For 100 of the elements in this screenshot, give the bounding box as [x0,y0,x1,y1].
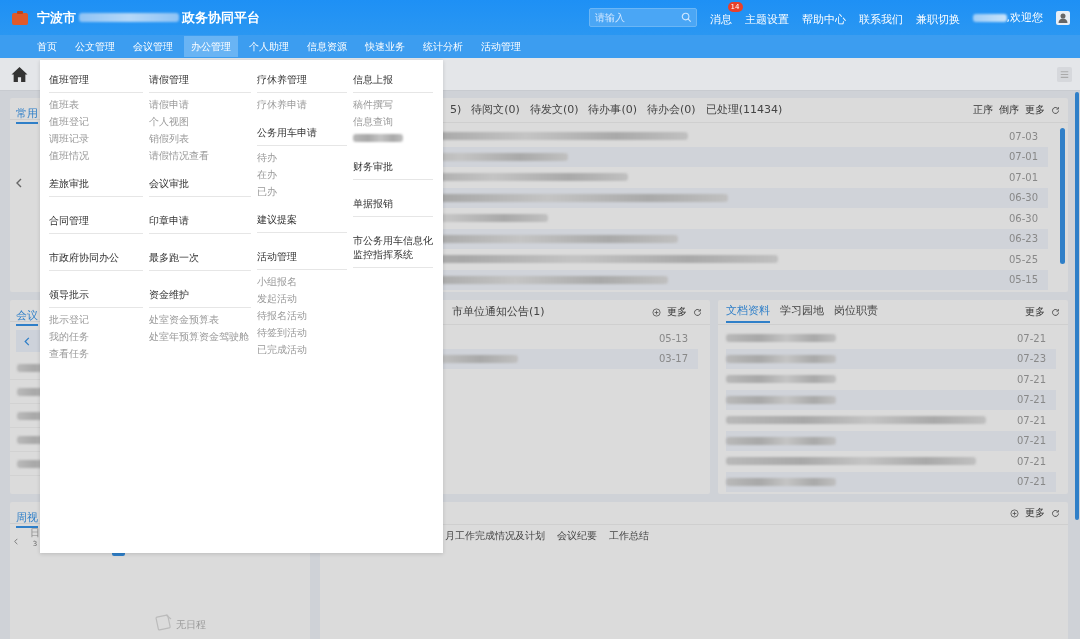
search-field[interactable]: 请输入 [588,8,697,27]
nav-tab[interactable]: 个人助理 [242,36,296,57]
menu-heading[interactable]: 值班管理 [49,72,143,93]
menu-item[interactable]: 请假申请 [149,96,251,113]
panel-tab[interactable]: 岗位职责 [834,301,878,323]
action-link[interactable]: 更多 [1025,305,1045,319]
action-link[interactable]: 更多 [1025,506,1045,520]
user-icon[interactable] [1056,10,1070,25]
header-link[interactable]: 消息 [709,13,732,26]
chevron-left-icon[interactable] [24,336,30,346]
header-link[interactable]: 帮助中心 [801,13,846,26]
nav-tab[interactable]: 活动管理 [474,36,528,57]
menu-item[interactable]: 待报名活动 [257,307,347,324]
refresh-icon[interactable] [1051,307,1060,317]
menu-item[interactable]: 疗休养申请 [257,96,347,113]
list-row[interactable]: 07-21 [726,369,1056,390]
menu-item[interactable]: 调班记录 [49,130,143,147]
date-text: 07-23 [1016,353,1046,365]
refresh-icon[interactable] [1051,508,1060,518]
refresh-icon[interactable] [1051,105,1060,115]
menu-item[interactable]: 批示登记 [49,311,143,328]
panel-tab[interactable]: 文档资料 [726,301,770,323]
menu-heading[interactable]: 会议审批 [149,176,251,197]
menu-heading[interactable]: 单据报销 [353,196,433,217]
menu-item[interactable]: 个人视图 [149,113,251,130]
menu-heading[interactable]: 公务用车申请 [257,125,347,146]
menu-heading[interactable]: 领导批示 [49,287,143,308]
menu-heading[interactable]: 请假管理 [149,72,251,93]
panel-tab[interactable]: 待办事(0) [588,100,638,120]
chevron-left-icon[interactable] [14,538,18,545]
nav-tab[interactable]: 会议管理 [126,36,180,57]
list-row[interactable]: 07-21 [726,410,1056,431]
panel-tab[interactable]: 市单位通知公告(1) [452,302,545,322]
add-icon[interactable] [1010,508,1019,518]
header-link[interactable]: 兼职切换 [915,13,960,26]
panel-tab[interactable]: 5) [450,100,462,120]
menu-item[interactable]: 处室资金预算表 [149,311,251,328]
action-link[interactable]: 更多 [1025,103,1045,117]
home-icon[interactable] [11,65,28,83]
search-icon[interactable] [680,12,692,23]
menu-item[interactable]: 值班表 [49,96,143,113]
menu-item[interactable]: 值班登记 [49,113,143,130]
menu-item[interactable]: 稿件撰写 [353,96,433,113]
menu-heading[interactable]: 最多跑一次 [149,250,251,271]
menu-heading[interactable]: 差旅审批 [49,176,143,197]
panel-tab[interactable]: 待阅文(0) [471,100,520,120]
menu-item[interactable]: 销假列表 [149,130,251,147]
menu-item[interactable]: 发起活动 [257,290,347,307]
panel-tab[interactable]: 待办会(0) [647,100,696,120]
panel-tab[interactable]: 学习园地 [780,301,824,323]
panel-tab[interactable]: 已处理(11434) [705,100,783,120]
panel-tab[interactable]: 周视 [16,510,38,528]
nav-tab[interactable]: 首页 [30,36,64,57]
list-row[interactable]: 07-21 [726,451,1056,472]
list-row[interactable]: 07-21 [726,389,1056,410]
list-row[interactable]: 07-21 [726,471,1056,492]
menu-item[interactable]: 我的任务 [49,328,143,345]
sub-tab[interactable]: 会议纪要 [557,529,597,543]
nav-tab[interactable]: 信息资源 [300,36,354,57]
menu-heading[interactable]: 疗休养管理 [257,72,347,93]
panel-tab[interactable]: 会议 [16,308,38,326]
refresh-icon[interactable] [693,307,702,317]
scrollbar-thumb[interactable] [1075,92,1079,520]
menu-heading[interactable]: 财务审批 [353,159,433,180]
date-text: 07-21 [1016,394,1046,406]
menu-item[interactable]: 信息查询 [353,113,433,130]
nav-tab[interactable]: 公文管理 [68,36,122,57]
nav-tab[interactable]: 统计分析 [416,36,470,57]
sub-tab[interactable]: 月工作完成情况及计划 [445,529,545,543]
menu-heading[interactable]: 信息上报 [353,72,433,93]
action-link[interactable]: 倒序 [999,103,1019,117]
action-link[interactable]: 更多 [667,305,687,319]
chevron-left-icon[interactable] [16,178,22,188]
weekday-label: 日 [30,526,40,540]
panel-tab[interactable]: 待发文(0) [529,100,579,120]
nav-tab[interactable]: 办公管理 [184,36,238,57]
menu-item[interactable]: 在办 [257,166,347,183]
header-link[interactable]: 联系我们 [858,13,903,26]
menu-heading[interactable]: 市政府协同办公 [49,250,143,271]
menu-heading[interactable]: 资金维护 [149,287,251,308]
panel-tab[interactable]: 常用 [16,106,38,124]
list-row[interactable]: 07-21 [726,430,1056,451]
list-row[interactable]: 07-23 [726,348,1056,369]
menu-item[interactable]: 请假情况查看 [149,147,251,164]
list-row[interactable]: 07-21 [726,328,1056,349]
menu-heading[interactable]: 市公务用车信息化监控指挥系统 [353,233,433,268]
menu-heading[interactable]: 活动管理 [257,249,347,270]
scrollbar-thumb[interactable] [1060,128,1065,264]
menu-item[interactable]: 值班情况 [49,147,143,164]
menu-heading[interactable]: 印章申请 [149,213,251,234]
menu-heading[interactable]: 建议提案 [257,212,347,233]
menu-heading[interactable]: 合同管理 [49,213,143,234]
header-link[interactable]: 主题设置 [744,13,789,26]
action-link[interactable]: 正序 [973,103,993,117]
menu-item[interactable]: 查看任务 [49,345,143,362]
add-icon[interactable] [652,307,661,317]
menu-item[interactable]: 处室年预算资金驾驶舱 [149,328,251,345]
sub-tab[interactable]: 工作总结 [609,529,649,543]
nav-tab[interactable]: 快速业务 [358,36,412,57]
menu-item[interactable]: 待签到活动 [257,324,347,341]
